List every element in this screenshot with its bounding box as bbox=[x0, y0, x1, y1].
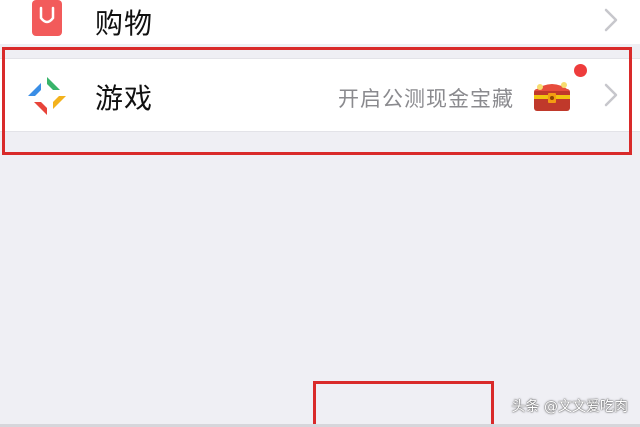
watermark: 头条 @文文爱吃肉 bbox=[511, 399, 628, 415]
shopping-bag-icon bbox=[32, 0, 62, 36]
highlight-box-bottom bbox=[313, 381, 494, 427]
chevron-right-icon bbox=[604, 8, 618, 32]
shopping-label: 购物 bbox=[95, 7, 154, 40]
menu-row-shopping[interactable]: 购物 bbox=[0, 0, 640, 44]
highlight-box-games bbox=[2, 47, 632, 155]
